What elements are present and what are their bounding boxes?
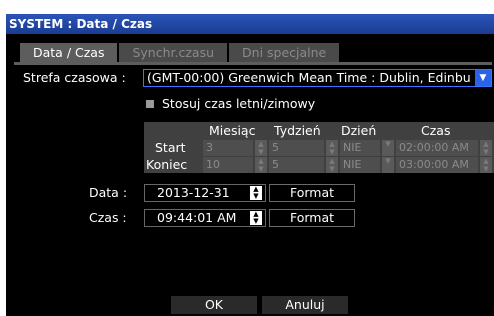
dst-header-day: Dzień xyxy=(341,123,377,138)
dst-end-day[interactable]: NIE xyxy=(340,157,380,173)
time-label: Czas : xyxy=(89,210,127,225)
dst-start-month[interactable]: 3 xyxy=(203,140,253,156)
tab-bar: Data / Czas Synchr.czasu Dni specjalne xyxy=(20,43,341,62)
time-field[interactable]: 09:44:01 AM xyxy=(144,209,266,227)
dst-row-label: Start xyxy=(155,140,186,155)
dst-checkbox[interactable] xyxy=(146,100,154,108)
dst-row-label: Koniec xyxy=(146,157,188,172)
window-title: SYSTEM : Data / Czas xyxy=(9,17,153,31)
dst-checkbox-label: Stosuj czas letni/zimowy xyxy=(162,96,316,111)
cancel-button[interactable]: Anuluj xyxy=(262,296,348,314)
dst-end-time[interactable]: 03:00:00 AM xyxy=(396,157,478,173)
dst-start-time[interactable]: 02:00:00 AM xyxy=(396,140,478,156)
dst-start-day[interactable]: NIE xyxy=(340,140,380,156)
time-spinner-icon[interactable]: ▲ ▼ xyxy=(250,211,262,225)
tab-date-time[interactable]: Data / Czas xyxy=(20,43,118,62)
date-format-button[interactable]: Format xyxy=(269,184,355,202)
spinner-icon[interactable]: ▲ ▼ xyxy=(480,157,492,173)
dialog-panel: Data / Czas Synchr.czasu Dni specjalne S… xyxy=(10,35,494,316)
chevron-down-icon[interactable]: ▼ xyxy=(475,70,491,86)
date-field[interactable]: 2013-12-31 xyxy=(144,184,266,202)
dst-table: Miesiąc Tydzień Dzień Czas Start 3 ▲ ▼ 5 … xyxy=(144,122,494,173)
dst-end-week[interactable]: 5 xyxy=(269,157,324,173)
date-value: 2013-12-31 xyxy=(157,185,230,200)
ok-button[interactable]: OK xyxy=(171,296,257,314)
dst-start-week[interactable]: 5 xyxy=(269,140,324,156)
spinner-icon[interactable]: ▲ ▼ xyxy=(255,157,267,173)
window-title-bar: SYSTEM : Data / Czas xyxy=(6,14,494,34)
time-format-button[interactable]: Format xyxy=(269,209,355,227)
tab-special-days[interactable]: Dni specjalne xyxy=(229,43,340,62)
dst-header-time: Czas xyxy=(421,123,451,138)
timezone-label: Strefa czasowa : xyxy=(23,70,126,85)
date-label: Data : xyxy=(89,185,128,200)
chevron-down-icon[interactable]: ▼ xyxy=(382,140,394,156)
timezone-value: (GMT-00:00) Greenwich Mean Time : Dublin… xyxy=(147,70,471,85)
date-time-dialog: SYSTEM : Data / Czas Data / Czas Synchr.… xyxy=(6,14,494,316)
dst-header-month: Miesiąc xyxy=(209,123,256,138)
spinner-icon[interactable]: ▲ ▼ xyxy=(480,140,492,156)
dst-header-week: Tydzień xyxy=(274,123,321,138)
timezone-select[interactable]: (GMT-00:00) Greenwich Mean Time : Dublin… xyxy=(143,69,492,87)
spinner-icon[interactable]: ▲ ▼ xyxy=(326,157,338,173)
tab-underline xyxy=(14,62,492,65)
spinner-icon[interactable]: ▲ ▼ xyxy=(326,140,338,156)
time-value: 09:44:01 AM xyxy=(157,210,237,225)
tab-time-sync[interactable]: Synchr.czasu xyxy=(119,43,228,62)
dst-end-month[interactable]: 10 xyxy=(203,157,253,173)
spinner-icon[interactable]: ▲ ▼ xyxy=(255,140,267,156)
chevron-down-icon[interactable]: ▼ xyxy=(382,157,394,173)
date-spinner-icon[interactable]: ▲ ▼ xyxy=(250,186,262,200)
